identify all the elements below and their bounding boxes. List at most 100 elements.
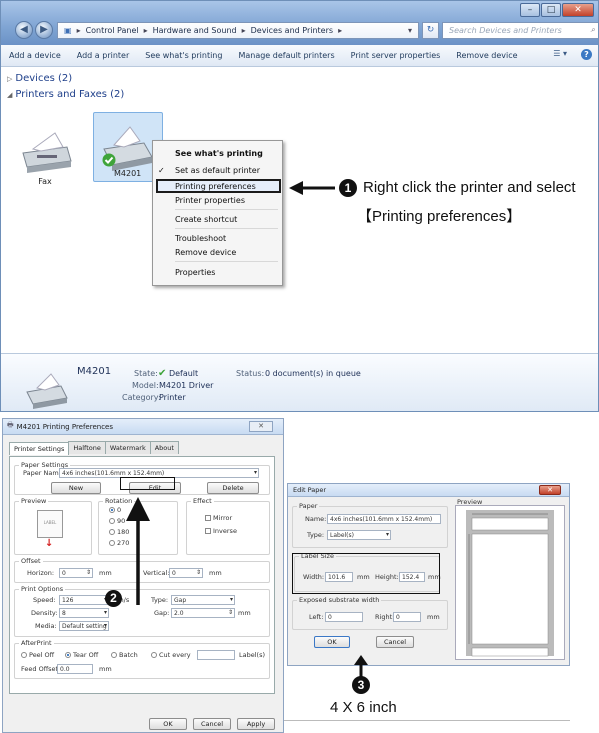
horizon-label: Horizon:	[27, 569, 55, 577]
add-printer-button[interactable]: Add a printer	[77, 51, 129, 60]
inverse-checkbox[interactable]: Inverse	[205, 527, 237, 535]
menu-set-default-printer[interactable]: Set as default printer	[175, 166, 260, 175]
vertical-input[interactable]: 0 ⇕	[169, 568, 203, 578]
tab-about[interactable]: About	[149, 441, 179, 454]
step-1-target: 【Printing preferences】	[357, 208, 522, 225]
type-label: Type:	[151, 596, 169, 604]
vertical-unit: mm	[209, 569, 222, 577]
cut-every-radio[interactable]: Cut every	[151, 651, 191, 659]
remove-device-button[interactable]: Remove device	[456, 51, 517, 60]
printer-small-icon: 🖶	[7, 421, 14, 429]
search-input[interactable]: Search Devices and Printers ⌕	[442, 22, 598, 39]
forward-arrow-icon[interactable]: ▶	[35, 21, 53, 39]
preview-legend: Preview	[19, 497, 49, 505]
step-1-badge: 1	[339, 179, 357, 197]
maximize-button[interactable]: □	[541, 3, 561, 17]
ep-name-input[interactable]: 4x6 inches(101.6mm x 152.4mm)	[327, 514, 441, 524]
mirror-checkbox[interactable]: Mirror	[205, 514, 232, 522]
model-label: Model:	[132, 381, 159, 390]
dropdown-arrow-icon: ▾	[103, 609, 107, 616]
ep-ok-button[interactable]: OK	[314, 636, 350, 648]
prefs-cancel-button[interactable]: Cancel	[193, 718, 231, 730]
fax-label: Fax	[38, 177, 52, 186]
control-panel-icon: ▣	[64, 26, 72, 35]
manage-default-printers-button[interactable]: Manage default printers	[238, 51, 334, 60]
horizon-input[interactable]: 0 ⇕	[59, 568, 93, 578]
prefs-title-bar: 🖶 M4201 Printing Preferences	[3, 419, 283, 435]
see-whats-printing-button[interactable]: See what's printing	[145, 51, 222, 60]
media-select[interactable]: Default setting ▾	[59, 621, 109, 631]
breadcrumb-hardware-and-sound[interactable]: Hardware and Sound	[153, 26, 237, 35]
nav-buttons: ◀ ▶	[15, 21, 53, 39]
breadcrumb-devices-and-printers[interactable]: Devices and Printers	[251, 26, 333, 35]
edit-paper-close-button[interactable]: ✕	[539, 485, 561, 495]
category-value: Printer	[159, 393, 186, 402]
gap-input[interactable]: 2.0 ⇕	[171, 608, 235, 618]
breadcrumb-control-panel[interactable]: Control Panel	[86, 26, 139, 35]
menu-properties[interactable]: Properties	[175, 268, 215, 277]
minimize-button[interactable]: –	[520, 3, 540, 17]
ep-cancel-button[interactable]: Cancel	[376, 636, 414, 648]
view-options-icon[interactable]: ☰ ▾	[553, 49, 567, 60]
print-server-properties-button[interactable]: Print server properties	[351, 51, 441, 60]
horizon-unit: mm	[99, 569, 112, 577]
close-button[interactable]: ✕	[562, 3, 594, 17]
callout-arrow-left	[289, 181, 335, 195]
help-icon[interactable]: ?	[581, 49, 592, 60]
prefs-ok-button[interactable]: OK	[149, 718, 187, 730]
rotation-90-radio[interactable]: 90	[109, 517, 125, 525]
prefs-close-button[interactable]: ✕	[249, 421, 273, 432]
edit-paper-title: Edit Paper	[288, 484, 569, 497]
tab-printer-settings[interactable]: Printer Settings	[9, 442, 70, 455]
tab-watermark[interactable]: Watermark	[104, 441, 151, 454]
prefs-tabs: Printer Settings Halftone Watermark Abou…	[9, 441, 179, 455]
printers-group-header[interactable]: ◢ Printers and Faxes (2)	[7, 89, 124, 100]
speed-select[interactable]: 126▾	[59, 595, 109, 605]
devices-group-header[interactable]: ▷ Devices (2)	[7, 73, 72, 84]
menu-printing-preferences[interactable]: Printing preferences	[175, 182, 256, 191]
search-icon: ⌕	[590, 25, 595, 34]
tab-halftone[interactable]: Halftone	[68, 441, 106, 454]
address-bar[interactable]: ▣ ▸ Control Panel ▸ Hardware and Sound ▸…	[57, 22, 419, 39]
effect-group: Effect Mirror Inverse	[186, 497, 270, 555]
menu-create-shortcut[interactable]: Create shortcut	[175, 215, 237, 224]
rotation-0-radio[interactable]: 0	[109, 506, 121, 514]
menu-printer-properties[interactable]: Printer properties	[175, 196, 245, 205]
afterprint-legend: AfterPrint	[19, 639, 54, 647]
delete-paper-button[interactable]: Delete	[207, 482, 259, 494]
batch-radio[interactable]: Batch	[111, 651, 138, 659]
back-arrow-icon[interactable]: ◀	[15, 21, 33, 39]
menu-remove-device[interactable]: Remove device	[175, 248, 236, 257]
dropdown-arrow-icon: ▾	[229, 596, 233, 603]
step-1-instruction: Right click the printer and select	[363, 179, 576, 196]
peel-off-radio[interactable]: Peel Off	[21, 651, 54, 659]
ep-type-select[interactable]: Label(s) ▾	[327, 530, 391, 540]
edit-paper-dialog: Edit Paper ✕ Paper Name: 4x6 inches(101.…	[287, 483, 570, 666]
ep-right-input[interactable]: 0	[393, 612, 421, 622]
dropdown-arrow-icon: ▾	[385, 531, 389, 538]
new-paper-button[interactable]: New	[51, 482, 101, 494]
media-label: Media:	[35, 622, 57, 630]
ep-paper-legend: Paper	[297, 502, 320, 510]
window-controls: – □ ✕	[520, 3, 594, 17]
prefs-apply-button[interactable]: Apply	[237, 718, 275, 730]
menu-separator	[175, 209, 278, 210]
ep-left-input[interactable]: 0	[325, 612, 363, 622]
spin-icon: ⇕	[85, 569, 91, 576]
type-select[interactable]: Gap ▾	[171, 595, 235, 605]
state-value: Default	[168, 369, 199, 378]
address-dropdown-icon[interactable]: ▾	[408, 26, 412, 35]
menu-see-whats-printing[interactable]: See what's printing	[175, 149, 263, 158]
cut-every-input[interactable]	[197, 650, 235, 660]
fax-device[interactable]: Fax	[15, 125, 75, 186]
state-label: State:	[134, 369, 158, 378]
tear-off-radio[interactable]: Tear Off	[65, 651, 98, 659]
density-select[interactable]: 8 ▾	[59, 608, 109, 618]
menu-troubleshoot[interactable]: Troubleshoot	[175, 234, 226, 243]
preview-group: Preview LABEL ↓	[14, 497, 92, 555]
feed-offset-input[interactable]: 0.0	[57, 664, 93, 674]
add-device-button[interactable]: Add a device	[9, 51, 61, 60]
refresh-icon[interactable]: ↻	[422, 22, 439, 39]
ep-exposed-group: Exposed substrate width Left: 0 Right: 0…	[292, 596, 448, 630]
callout-arrow-up	[126, 497, 150, 605]
